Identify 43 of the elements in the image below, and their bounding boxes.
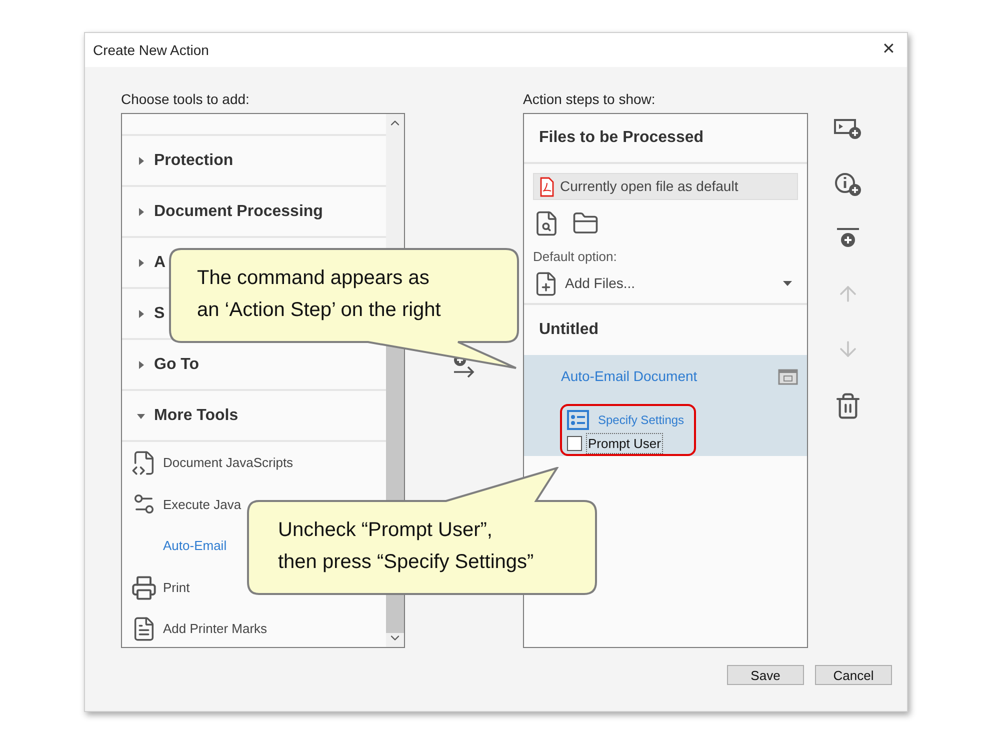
settings-list-icon xyxy=(567,410,589,430)
caret-icon[interactable] xyxy=(137,360,145,368)
tool-item[interactable]: Execute Java xyxy=(163,494,242,514)
printer-icon xyxy=(131,574,157,601)
dialog-button[interactable]: Cancel xyxy=(815,665,892,685)
caret-icon[interactable] xyxy=(137,258,145,266)
dialog-button[interactable]: Save xyxy=(727,665,804,685)
tool-item[interactable]: Auto-Email xyxy=(163,536,227,556)
callout-text: The command appears as an ‘Action Step’ on the right xyxy=(197,266,441,323)
tool-group-header[interactable]: Go To xyxy=(154,352,200,376)
dropdown-caret-icon xyxy=(783,281,792,286)
tool-item[interactable]: Print xyxy=(163,578,190,598)
tool-group-header[interactable]: Protection xyxy=(154,148,234,172)
field-label: Default option: xyxy=(533,248,618,266)
tool-group-header[interactable]: More Tools xyxy=(154,404,238,428)
default-option-dropdown[interactable]: Add Files... xyxy=(533,270,798,298)
tool-group-header[interactable]: Document Processing xyxy=(154,200,323,224)
checkbox-label[interactable]: Prompt User xyxy=(586,432,663,454)
tool-item[interactable]: Add Printer Marks xyxy=(163,619,268,639)
panel-label: Action steps to show: xyxy=(523,90,656,109)
caret-icon[interactable] xyxy=(137,310,145,318)
tool-item[interactable]: Document JavaScripts xyxy=(163,453,294,473)
action-step[interactable]: Auto-Email Document Specify Settings Prompt User xyxy=(524,355,807,456)
trash-icon[interactable] xyxy=(834,392,862,420)
section-title: Untitled xyxy=(539,320,599,340)
panel-label: Choose tools to add: xyxy=(121,90,250,109)
tool-group-header[interactable]: S xyxy=(154,302,165,326)
dialog-box-icon[interactable] xyxy=(778,368,798,385)
pdf-file-icon xyxy=(540,176,554,196)
close-button[interactable]: ✕ xyxy=(882,42,895,58)
caret-icon[interactable] xyxy=(137,156,145,164)
caret-icon[interactable] xyxy=(137,208,145,216)
checkbox[interactable] xyxy=(567,436,582,451)
insert-media-icon[interactable] xyxy=(834,117,862,141)
current-file-field[interactable]: Currently open file as default xyxy=(533,173,798,200)
separator-plus-icon[interactable] xyxy=(835,227,861,249)
info-plus-icon[interactable] xyxy=(834,172,862,198)
folder-icon[interactable] xyxy=(572,210,599,236)
section-title: Files to be Processed xyxy=(539,128,704,148)
window-title: Create New Action xyxy=(93,40,209,60)
caret-icon[interactable] xyxy=(137,412,145,420)
callout-text: Uncheck “Prompt User”, then press “Specify Settings” xyxy=(278,518,534,575)
tool-group-header[interactable]: A xyxy=(154,250,166,274)
